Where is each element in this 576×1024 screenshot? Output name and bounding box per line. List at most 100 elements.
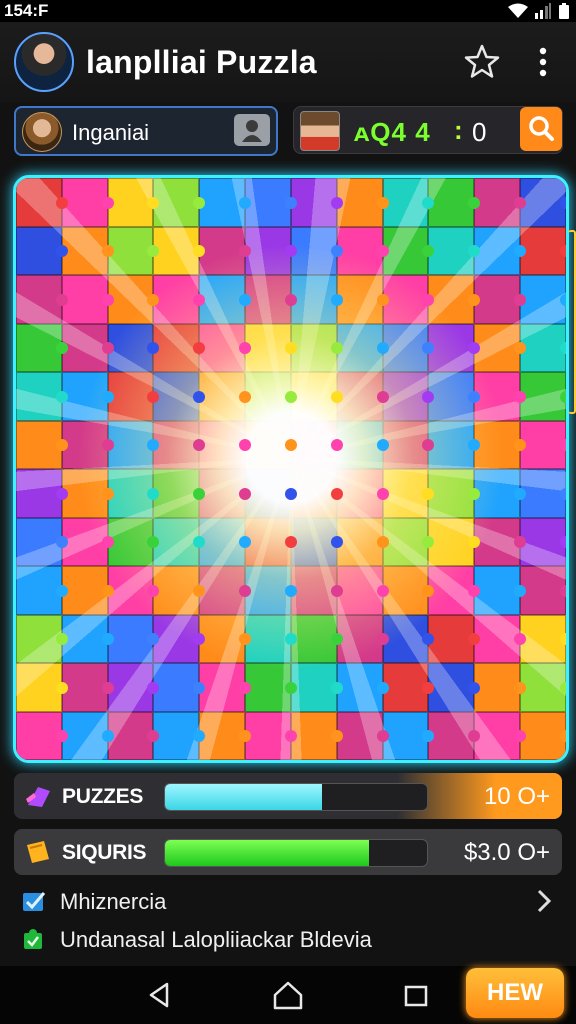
puzzle-piece[interactable]: [61, 226, 108, 275]
puzzle-piece[interactable]: [520, 372, 566, 421]
puzzle-piece[interactable]: [474, 711, 521, 760]
puzzle-piece[interactable]: [382, 420, 429, 469]
puzzle-piece[interactable]: [336, 663, 383, 712]
puzzle-piece[interactable]: [382, 226, 429, 275]
puzzle-piece[interactable]: [382, 178, 429, 227]
puzzle-piece[interactable]: [290, 566, 337, 615]
puzzle-piece[interactable]: [199, 178, 246, 227]
search-button[interactable]: [520, 107, 562, 151]
puzzle-piece[interactable]: [428, 469, 475, 518]
puzzle-piece[interactable]: [153, 226, 200, 275]
puzzle-piece[interactable]: [107, 323, 154, 372]
puzzle-piece[interactable]: [245, 323, 291, 372]
more-vert-icon[interactable]: [530, 44, 556, 80]
profile-button[interactable]: [234, 114, 270, 146]
puzzle-piece[interactable]: [16, 614, 62, 663]
puzzle-piece[interactable]: [474, 566, 521, 615]
puzzle-piece[interactable]: [474, 323, 521, 372]
back-icon[interactable]: [142, 978, 178, 1012]
puzzle-piece[interactable]: [16, 372, 62, 421]
puzzle-piece[interactable]: [61, 275, 108, 324]
puzzle-piece[interactable]: [290, 323, 337, 372]
puzzle-piece[interactable]: [474, 517, 521, 566]
puzzle-piece[interactable]: [245, 420, 291, 469]
puzzle-piece[interactable]: [336, 420, 383, 469]
puzzle-piece[interactable]: [474, 275, 521, 324]
puzzle-piece[interactable]: [382, 711, 429, 760]
puzzle-piece[interactable]: [199, 469, 246, 518]
puzzle-piece[interactable]: [428, 566, 475, 615]
puzzle-piece[interactable]: [153, 469, 200, 518]
puzzle-piece[interactable]: [520, 517, 566, 566]
puzzle-piece[interactable]: [428, 420, 475, 469]
puzzle-piece[interactable]: [199, 420, 246, 469]
puzzle-piece[interactable]: [245, 469, 291, 518]
puzzle-piece[interactable]: [199, 275, 246, 324]
puzzle-piece[interactable]: [16, 469, 62, 518]
puzzle-piece[interactable]: [474, 663, 521, 712]
puzzle-piece[interactable]: [474, 178, 521, 227]
puzzle-piece[interactable]: [16, 711, 62, 760]
profile-avatar[interactable]: [14, 32, 74, 92]
puzzle-piece[interactable]: [245, 275, 291, 324]
puzzle-piece[interactable]: [153, 711, 200, 760]
puzzle-piece[interactable]: [520, 420, 566, 469]
puzzle-piece[interactable]: [16, 566, 62, 615]
puzzle-piece[interactable]: [245, 372, 291, 421]
puzzle-piece[interactable]: [382, 614, 429, 663]
puzzle-piece[interactable]: [16, 420, 62, 469]
puzzle-piece[interactable]: [16, 323, 62, 372]
menu-item-bldevia[interactable]: Undanasal Lalopliiackar Bldevia: [22, 922, 562, 958]
puzzle-piece[interactable]: [336, 517, 383, 566]
puzzle-piece[interactable]: [16, 226, 62, 275]
puzzle-piece[interactable]: [16, 178, 62, 227]
puzzle-piece[interactable]: [61, 614, 108, 663]
puzzle-grid[interactable]: [16, 178, 566, 760]
puzzle-piece[interactable]: [107, 469, 154, 518]
puzzle-piece[interactable]: [199, 226, 246, 275]
puzzle-piece[interactable]: [16, 275, 62, 324]
puzzle-piece[interactable]: [61, 517, 108, 566]
puzzle-piece[interactable]: [520, 323, 566, 372]
recents-icon[interactable]: [398, 978, 434, 1012]
puzzle-piece[interactable]: [153, 372, 200, 421]
puzzle-piece[interactable]: [290, 711, 337, 760]
puzzle-piece[interactable]: [245, 226, 291, 275]
home-icon[interactable]: [270, 978, 306, 1012]
puzzle-piece[interactable]: [153, 566, 200, 615]
puzzle-piece[interactable]: [520, 226, 566, 275]
star-icon[interactable]: [462, 42, 502, 82]
puzzle-piece[interactable]: [153, 275, 200, 324]
puzzle-piece[interactable]: [245, 566, 291, 615]
puzzle-piece[interactable]: [153, 517, 200, 566]
puzzle-piece[interactable]: [107, 711, 154, 760]
puzzle-piece[interactable]: [428, 275, 475, 324]
puzzle-piece[interactable]: [336, 275, 383, 324]
puzzle-piece[interactable]: [336, 323, 383, 372]
puzzle-piece[interactable]: [61, 663, 108, 712]
puzzle-piece[interactable]: [428, 663, 475, 712]
puzzle-piece[interactable]: [428, 711, 475, 760]
puzzle-piece[interactable]: [199, 663, 246, 712]
puzzle-piece[interactable]: [336, 226, 383, 275]
puzzle-piece[interactable]: [428, 226, 475, 275]
menu-item-mhiznercia[interactable]: Mhiznercia: [22, 884, 562, 920]
puzzle-piece[interactable]: [336, 178, 383, 227]
puzzle-piece[interactable]: [245, 663, 291, 712]
puzzle-piece[interactable]: [61, 566, 108, 615]
puzzle-piece[interactable]: [290, 275, 337, 324]
chevron-right-icon[interactable]: [532, 886, 556, 916]
puzzle-piece[interactable]: [520, 711, 566, 760]
puzzle-piece[interactable]: [61, 420, 108, 469]
puzzle-piece[interactable]: [520, 275, 566, 324]
puzzle-piece[interactable]: [382, 663, 429, 712]
puzzle-board[interactable]: [13, 175, 569, 763]
puzzle-piece[interactable]: [520, 566, 566, 615]
puzzle-piece[interactable]: [428, 178, 475, 227]
puzzle-piece[interactable]: [107, 517, 154, 566]
puzzle-piece[interactable]: [199, 711, 246, 760]
hew-button[interactable]: HEW: [466, 968, 564, 1018]
puzzle-piece[interactable]: [107, 420, 154, 469]
puzzle-piece[interactable]: [428, 517, 475, 566]
puzzle-piece[interactable]: [474, 226, 521, 275]
